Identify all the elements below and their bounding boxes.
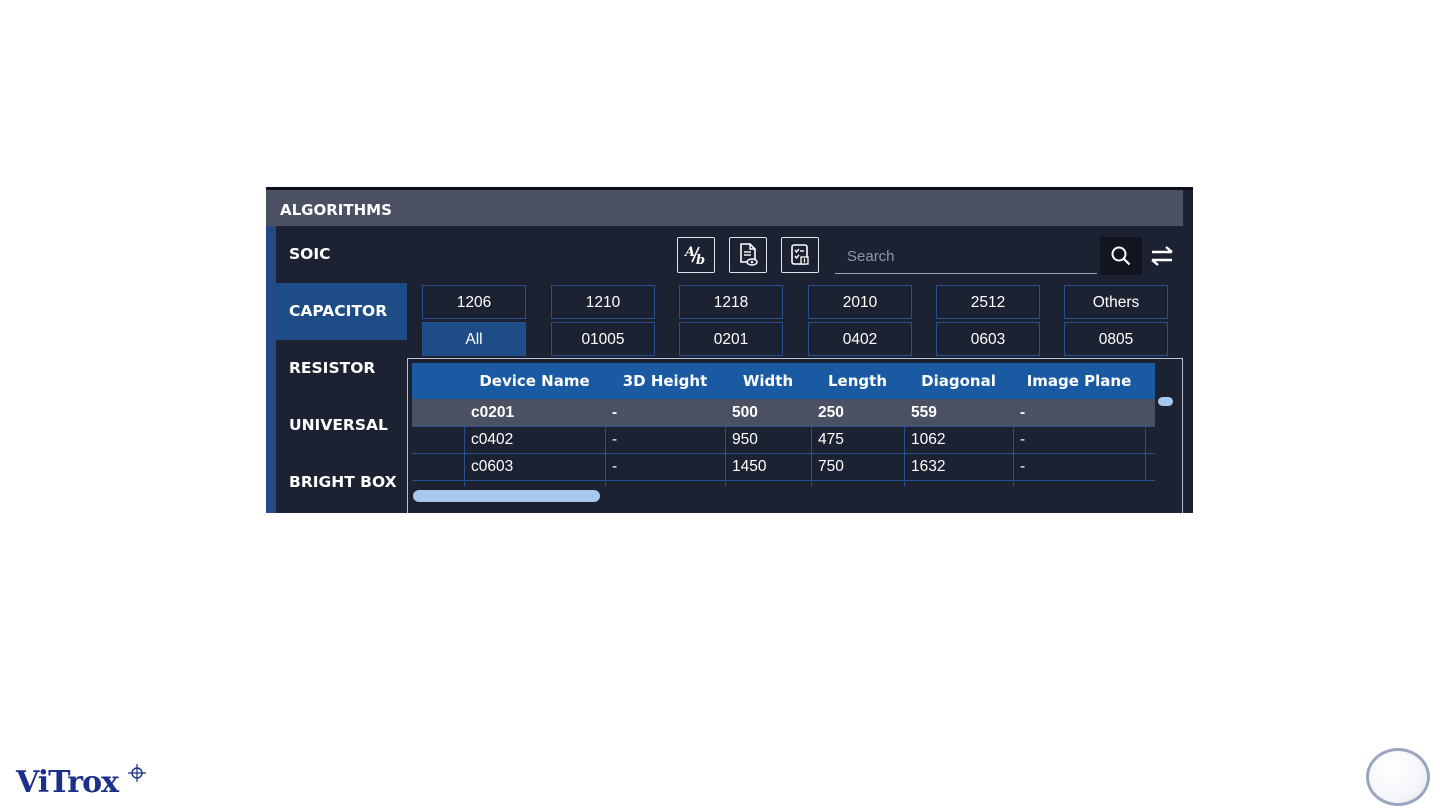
device-table: Device Name 3D Height Width Length Diago… — [407, 358, 1183, 513]
sidebar-item-capacitor[interactable]: CAPACITOR — [276, 283, 407, 340]
cell-overflow — [1145, 426, 1155, 453]
table-row[interactable]: c0402 - 950 475 1062 - — [412, 426, 1155, 453]
cell-3d-height: - — [605, 453, 725, 480]
column-width[interactable]: Width — [725, 363, 811, 399]
cell-length — [811, 480, 904, 486]
rename-icon: A b — [683, 245, 705, 267]
filter-1206[interactable]: 1206 — [422, 285, 526, 319]
cell-diagonal: 559 — [904, 399, 1013, 426]
cell-image-plane: - — [1013, 453, 1145, 480]
sidebar-item-soic[interactable]: SOIC — [276, 226, 407, 283]
cell-length: 750 — [811, 453, 904, 480]
column-3d-height[interactable]: 3D Height — [605, 363, 725, 399]
column-image-plane[interactable]: Image Plane — [1013, 363, 1145, 399]
filter-01005[interactable]: 01005 — [551, 322, 655, 356]
cell-length: 475 — [811, 426, 904, 453]
cell-3d-height — [605, 480, 725, 486]
sidebar-item-bright-box[interactable]: BRIGHT BOX — [276, 454, 407, 511]
cell-image-plane: - — [1013, 426, 1145, 453]
document-preview-button[interactable] — [729, 237, 767, 273]
filter-all[interactable]: All — [422, 322, 526, 356]
cell-3d-height: - — [605, 399, 725, 426]
cell-diagonal: 1062 — [904, 426, 1013, 453]
column-length[interactable]: Length — [811, 363, 904, 399]
swap-button[interactable] — [1147, 241, 1177, 271]
svg-text:b: b — [696, 253, 705, 267]
table-row-partial — [412, 480, 1155, 486]
cell-3d-height: - — [605, 426, 725, 453]
cell-device-name: c0402 — [464, 426, 605, 453]
cell-length: 250 — [811, 399, 904, 426]
column-device-name[interactable]: Device Name — [464, 363, 605, 399]
sidebar-item-universal[interactable]: UNIVERSAL — [276, 397, 407, 454]
cell-width — [725, 480, 811, 486]
filter-0201[interactable]: 0201 — [679, 322, 783, 356]
cell-width: 1450 — [725, 453, 811, 480]
rename-button[interactable]: A b — [677, 237, 715, 273]
search-input[interactable] — [835, 239, 1097, 274]
algorithms-panel: ALGORITHMS SOIC CAPACITOR RESISTOR UNIVE… — [266, 187, 1193, 513]
cell-diagonal — [904, 480, 1013, 486]
filter-others[interactable]: Others — [1064, 285, 1168, 319]
table-row[interactable]: c0603 - 1450 750 1632 - — [412, 453, 1155, 480]
cell-device-name: c0603 — [464, 453, 605, 480]
cell-width: 950 — [725, 426, 811, 453]
crosshair-logo-icon — [128, 764, 146, 782]
cell-overflow — [1145, 453, 1155, 480]
swap-arrows-icon — [1151, 246, 1173, 266]
table-row[interactable]: c0201 - 500 250 559 - — [412, 399, 1155, 426]
vertical-scrollbar-thumb[interactable] — [1158, 397, 1173, 406]
home-circle-button[interactable] — [1366, 748, 1430, 806]
cell-diagonal: 1632 — [904, 453, 1013, 480]
algorithm-sidebar: SOIC CAPACITOR RESISTOR UNIVERSAL BRIGHT… — [276, 226, 407, 511]
cell-device-name — [464, 480, 605, 486]
cell-device-name: c0201 — [464, 399, 605, 426]
table-header: Device Name 3D Height Width Length Diago… — [412, 363, 1155, 399]
cell-width: 500 — [725, 399, 811, 426]
checklist-export-icon — [791, 244, 809, 265]
filter-0805[interactable]: 0805 — [1064, 322, 1168, 356]
cell-overflow — [1145, 399, 1155, 426]
panel-title: ALGORITHMS — [266, 190, 1183, 226]
vitrox-logo: ViTrox — [16, 765, 119, 800]
filter-1218[interactable]: 1218 — [679, 285, 783, 319]
filter-2010[interactable]: 2010 — [808, 285, 912, 319]
filter-0402[interactable]: 0402 — [808, 322, 912, 356]
filter-0603[interactable]: 0603 — [936, 322, 1040, 356]
cell-image-plane: - — [1013, 399, 1145, 426]
search-button[interactable] — [1100, 237, 1142, 275]
sidebar-accent-bar — [266, 226, 276, 513]
cell-image-plane — [1013, 480, 1145, 486]
filter-1210[interactable]: 1210 — [551, 285, 655, 319]
column-diagonal[interactable]: Diagonal — [904, 363, 1013, 399]
search-icon — [1111, 246, 1131, 266]
document-preview-icon — [740, 243, 758, 266]
horizontal-scrollbar-thumb[interactable] — [413, 490, 600, 502]
filter-2512[interactable]: 2512 — [936, 285, 1040, 319]
sidebar-item-resistor[interactable]: RESISTOR — [276, 340, 407, 397]
checklist-export-button[interactable] — [781, 237, 819, 273]
